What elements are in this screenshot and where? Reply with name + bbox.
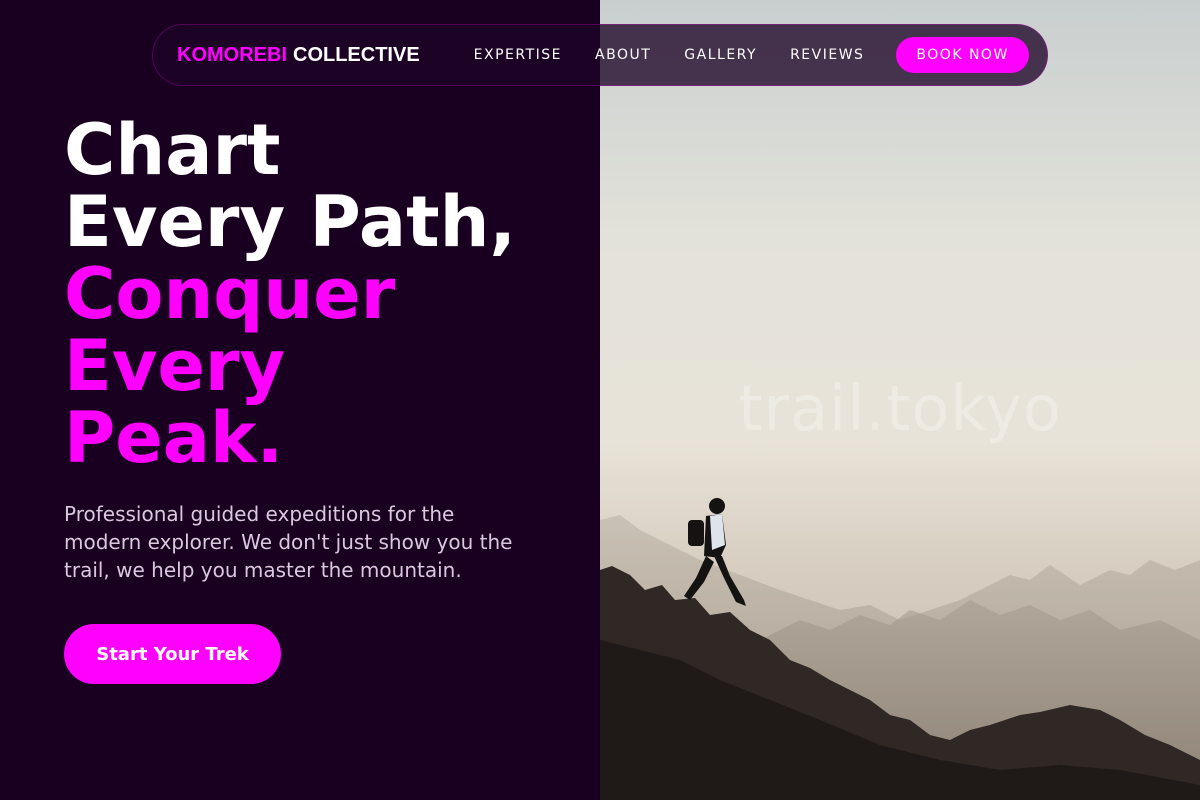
photo-watermark: trail.tokyo: [738, 372, 1062, 445]
nav-link-expertise[interactable]: EXPERTISE: [474, 47, 562, 63]
nav-link-gallery[interactable]: GALLERY: [684, 47, 757, 63]
headline-line-5: Peak.: [64, 397, 284, 479]
start-trek-button[interactable]: Start Your Trek: [64, 624, 281, 684]
book-now-button[interactable]: BOOK NOW: [896, 37, 1029, 73]
headline-line-2: Every Path,: [64, 181, 516, 263]
hero-photo: trail.tokyo: [600, 0, 1200, 800]
top-navbar: KOMOREBI COLLECTIVE EXPERTISE ABOUT GALLE…: [152, 24, 1048, 86]
nav-links: EXPERTISE ABOUT GALLERY REVIEWS: [474, 47, 865, 63]
brand-rest: COLLECTIVE: [293, 43, 420, 66]
headline-line-1: Chart: [64, 109, 281, 191]
brand-accent: KOMOREBI: [177, 43, 287, 66]
brand-logo[interactable]: KOMOREBI COLLECTIVE: [177, 44, 420, 67]
headline-line-4: Every: [64, 325, 286, 407]
hero-subtitle: Professional guided expeditions for the …: [64, 502, 513, 582]
nav-link-about[interactable]: ABOUT: [595, 47, 651, 63]
headline-line-3: Conquer: [64, 253, 396, 335]
hero-headline: Chart Every Path, Conquer Every Peak.: [64, 114, 584, 474]
nav-link-reviews[interactable]: REVIEWS: [790, 47, 864, 63]
